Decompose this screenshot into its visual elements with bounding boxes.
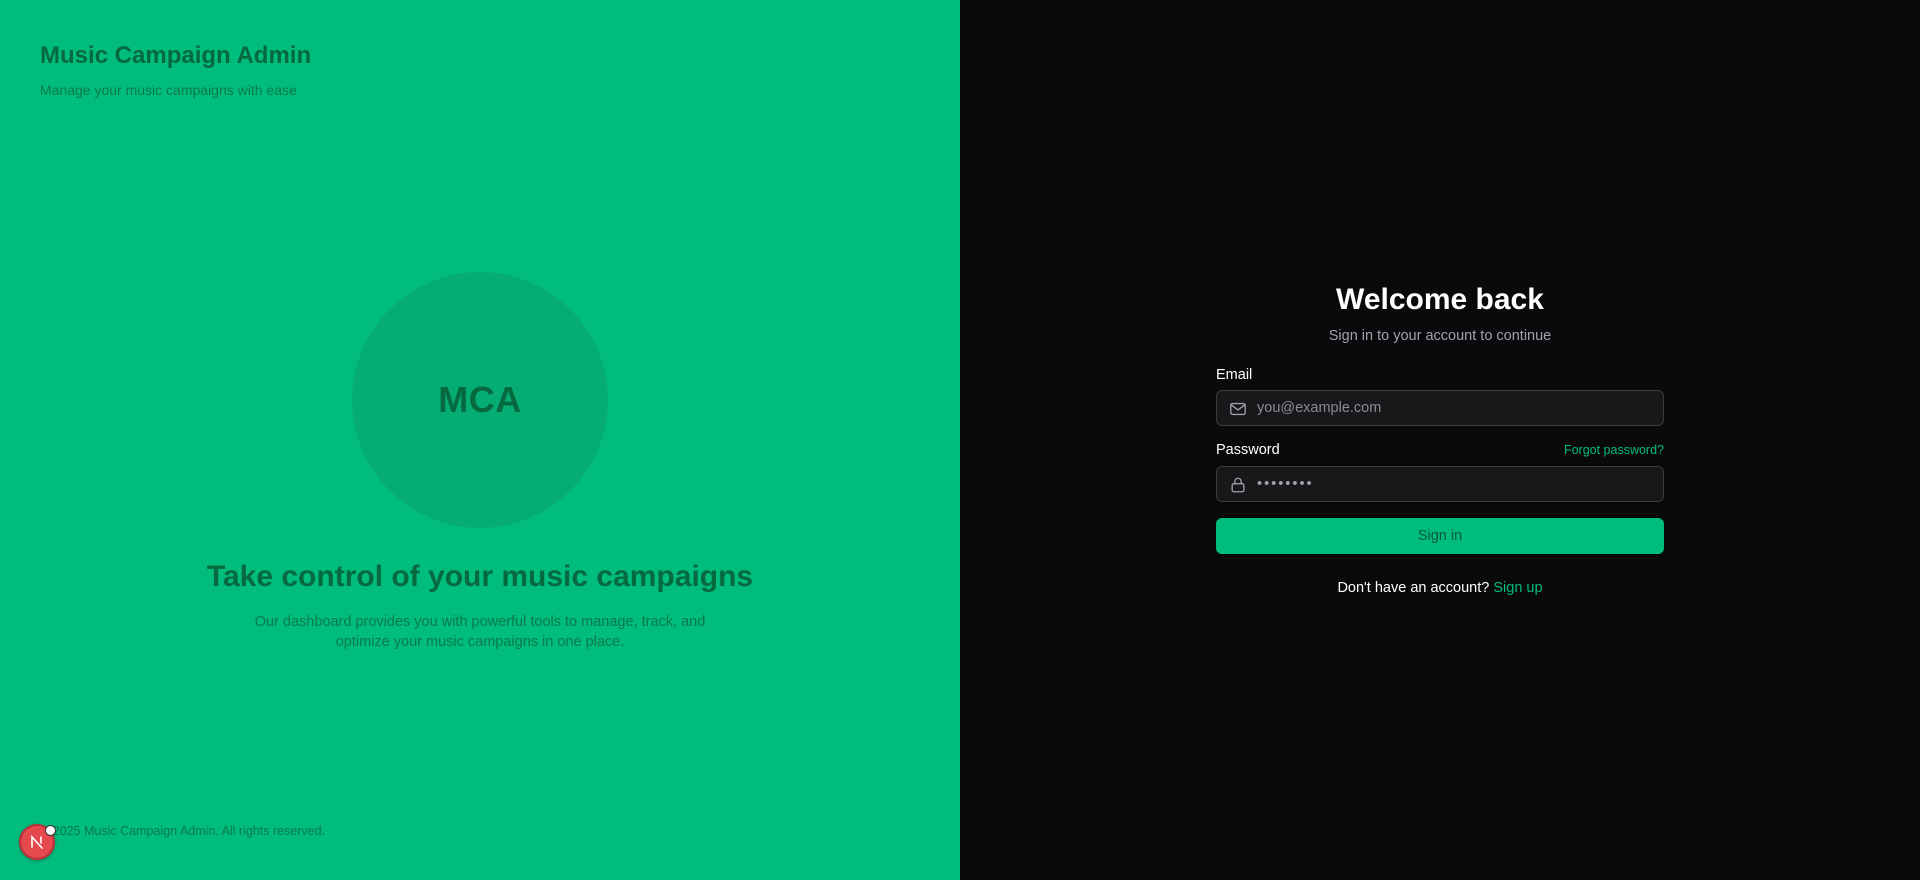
login-page: Music Campaign Admin Manage your music c… — [0, 0, 1920, 880]
password-field[interactable] — [1217, 467, 1663, 501]
hero-title: Take control of your music campaigns — [206, 560, 754, 593]
password-label-row: Password Forgot password? — [1216, 442, 1664, 458]
password-input-box — [1216, 466, 1664, 502]
email-field[interactable] — [1217, 391, 1663, 425]
brand-title: Music Campaign Admin — [40, 42, 312, 69]
notification-dot-icon — [45, 825, 56, 836]
brand-subtitle: Manage your music campaigns with ease — [40, 82, 297, 98]
signup-prompt: Don't have an account? — [1337, 580, 1490, 596]
forgot-password-link[interactable]: Forgot password? — [1564, 443, 1664, 457]
mail-icon — [1230, 402, 1246, 416]
brand-logo: MCA — [352, 272, 608, 528]
login-subheading: Sign in to your account to continue — [1328, 328, 1552, 344]
nextjs-dev-indicator-button[interactable] — [19, 824, 56, 860]
login-panel: Welcome back Sign in to your account to … — [960, 0, 1920, 880]
email-label: Email — [1216, 367, 1253, 383]
sign-in-button[interactable]: Sign in — [1216, 518, 1664, 554]
login-heading: Welcome back — [1336, 283, 1544, 316]
password-label: Password — [1216, 442, 1280, 458]
login-form: Welcome back Sign in to your account to … — [1216, 280, 1664, 611]
nextjs-icon — [31, 834, 43, 849]
password-group: Password Forgot password? — [1216, 442, 1664, 502]
copyright-label: 2025 Music Campaign Admin. All rights re… — [52, 824, 326, 838]
branding-panel: Music Campaign Admin Manage your music c… — [0, 0, 960, 880]
brand-logo-text: MCA — [438, 379, 522, 420]
email-group: Email — [1216, 366, 1664, 426]
lock-icon — [1231, 477, 1245, 493]
signup-row: Don't have an account? Sign up — [1216, 580, 1664, 596]
hero-description: Our dashboard provides you with powerful… — [254, 614, 706, 650]
email-input-box — [1216, 390, 1664, 426]
copyright-text: © 2025 Music Campaign Admin. All rights … — [40, 824, 325, 838]
sign-up-link[interactable]: Sign up — [1493, 580, 1542, 596]
